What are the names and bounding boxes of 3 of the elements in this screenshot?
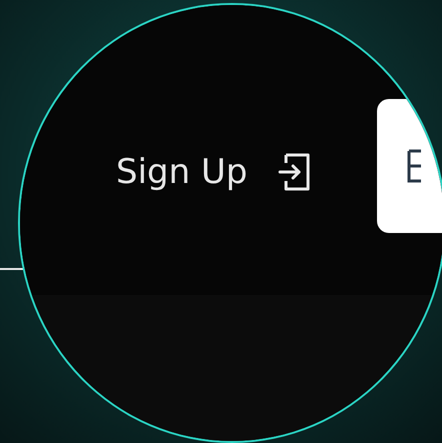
sign-up-link[interactable]: Sign Up xyxy=(116,149,312,195)
login-icon xyxy=(277,153,312,191)
partial-button[interactable] xyxy=(377,99,442,233)
